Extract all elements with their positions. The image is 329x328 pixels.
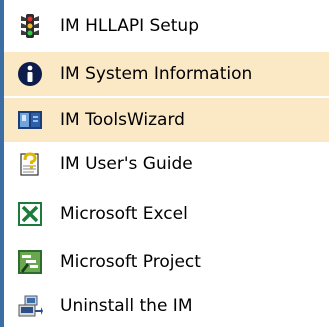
menu-item-microsoft-project[interactable]: Microsoft Project (4, 240, 329, 284)
uninstall-icon (17, 293, 43, 319)
menu-item-label: Microsoft Project (60, 252, 201, 272)
project-icon (17, 249, 43, 275)
menu-item-label: IM User's Guide (60, 154, 193, 174)
menu-item-hllapi-setup[interactable]: IM HLLAPI Setup (4, 4, 329, 48)
menu-item-microsoft-excel[interactable]: Microsoft Excel (4, 192, 329, 236)
menu-item-tools-wizard[interactable]: IM ToolsWizard (4, 98, 329, 142)
help-guide-icon (17, 151, 43, 177)
menu-item-label: Microsoft Excel (60, 204, 188, 224)
menu-item-users-guide[interactable]: IM User's Guide (4, 142, 329, 186)
menu-item-label: IM System Information (60, 64, 253, 84)
tools-wizard-icon (17, 107, 43, 133)
menu-item-label: Uninstall the IM (60, 296, 193, 316)
info-icon (17, 61, 43, 87)
menu-item-label: IM HLLAPI Setup (60, 16, 199, 36)
menu-item-uninstall[interactable]: Uninstall the IM (4, 284, 329, 328)
menu-item-label: IM ToolsWizard (60, 110, 185, 130)
menu-item-system-information[interactable]: IM System Information (4, 52, 329, 96)
start-menu-submenu: IM HLLAPI Setup IM System Information IM… (4, 0, 329, 327)
excel-icon (17, 201, 43, 227)
traffic-light-icon (17, 13, 43, 39)
